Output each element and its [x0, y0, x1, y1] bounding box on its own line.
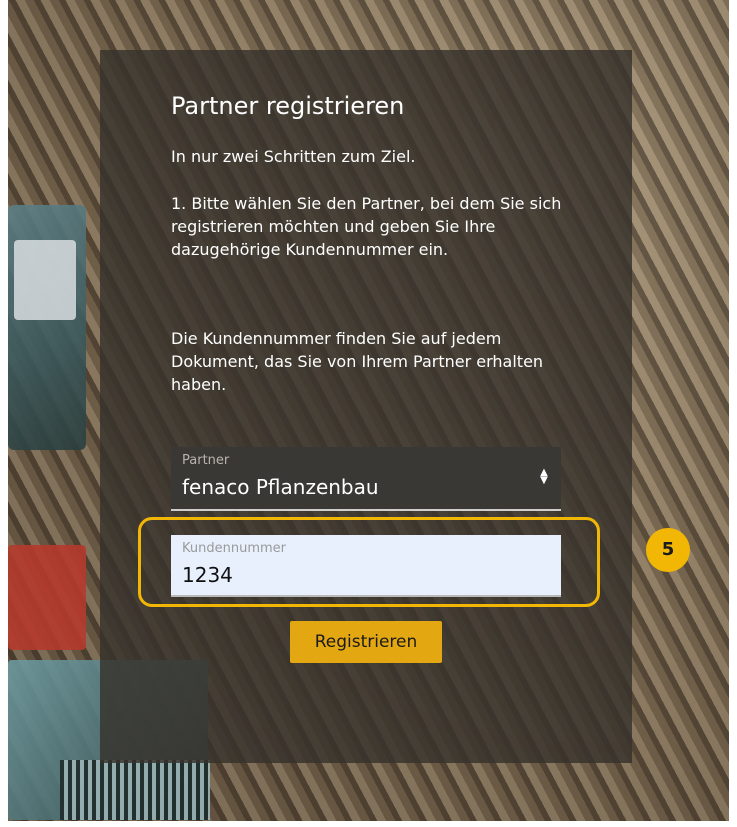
sort-arrows-icon: ▲ ▼ [540, 467, 548, 486]
frame-bottom [0, 821, 737, 827]
hint-text: Die Kundennummer finden Sie auf jedem Do… [171, 329, 544, 394]
background-harvester-cab [14, 240, 76, 320]
step-instruction-text: 1. Bitte wählen Sie den Partner, bei dem… [171, 194, 562, 259]
background-machine-grill [60, 760, 210, 820]
partner-select[interactable]: Partner fenaco Pflanzenbau ▲ ▼ [171, 447, 561, 511]
partner-select-value: fenaco Pflanzenbau [182, 475, 379, 499]
frame-left [0, 0, 8, 827]
frame-right [729, 0, 737, 827]
subtitle-text: In nur zwei Schritten zum Ziel. [171, 147, 416, 166]
register-button[interactable]: Registrieren [290, 621, 442, 663]
page-title: Partner registrieren [171, 92, 405, 120]
callout-highlight-frame [138, 517, 600, 607]
background-red-trailer [8, 545, 86, 650]
partner-select-label: Partner [182, 453, 230, 468]
callout-step-badge: 5 [646, 528, 690, 572]
